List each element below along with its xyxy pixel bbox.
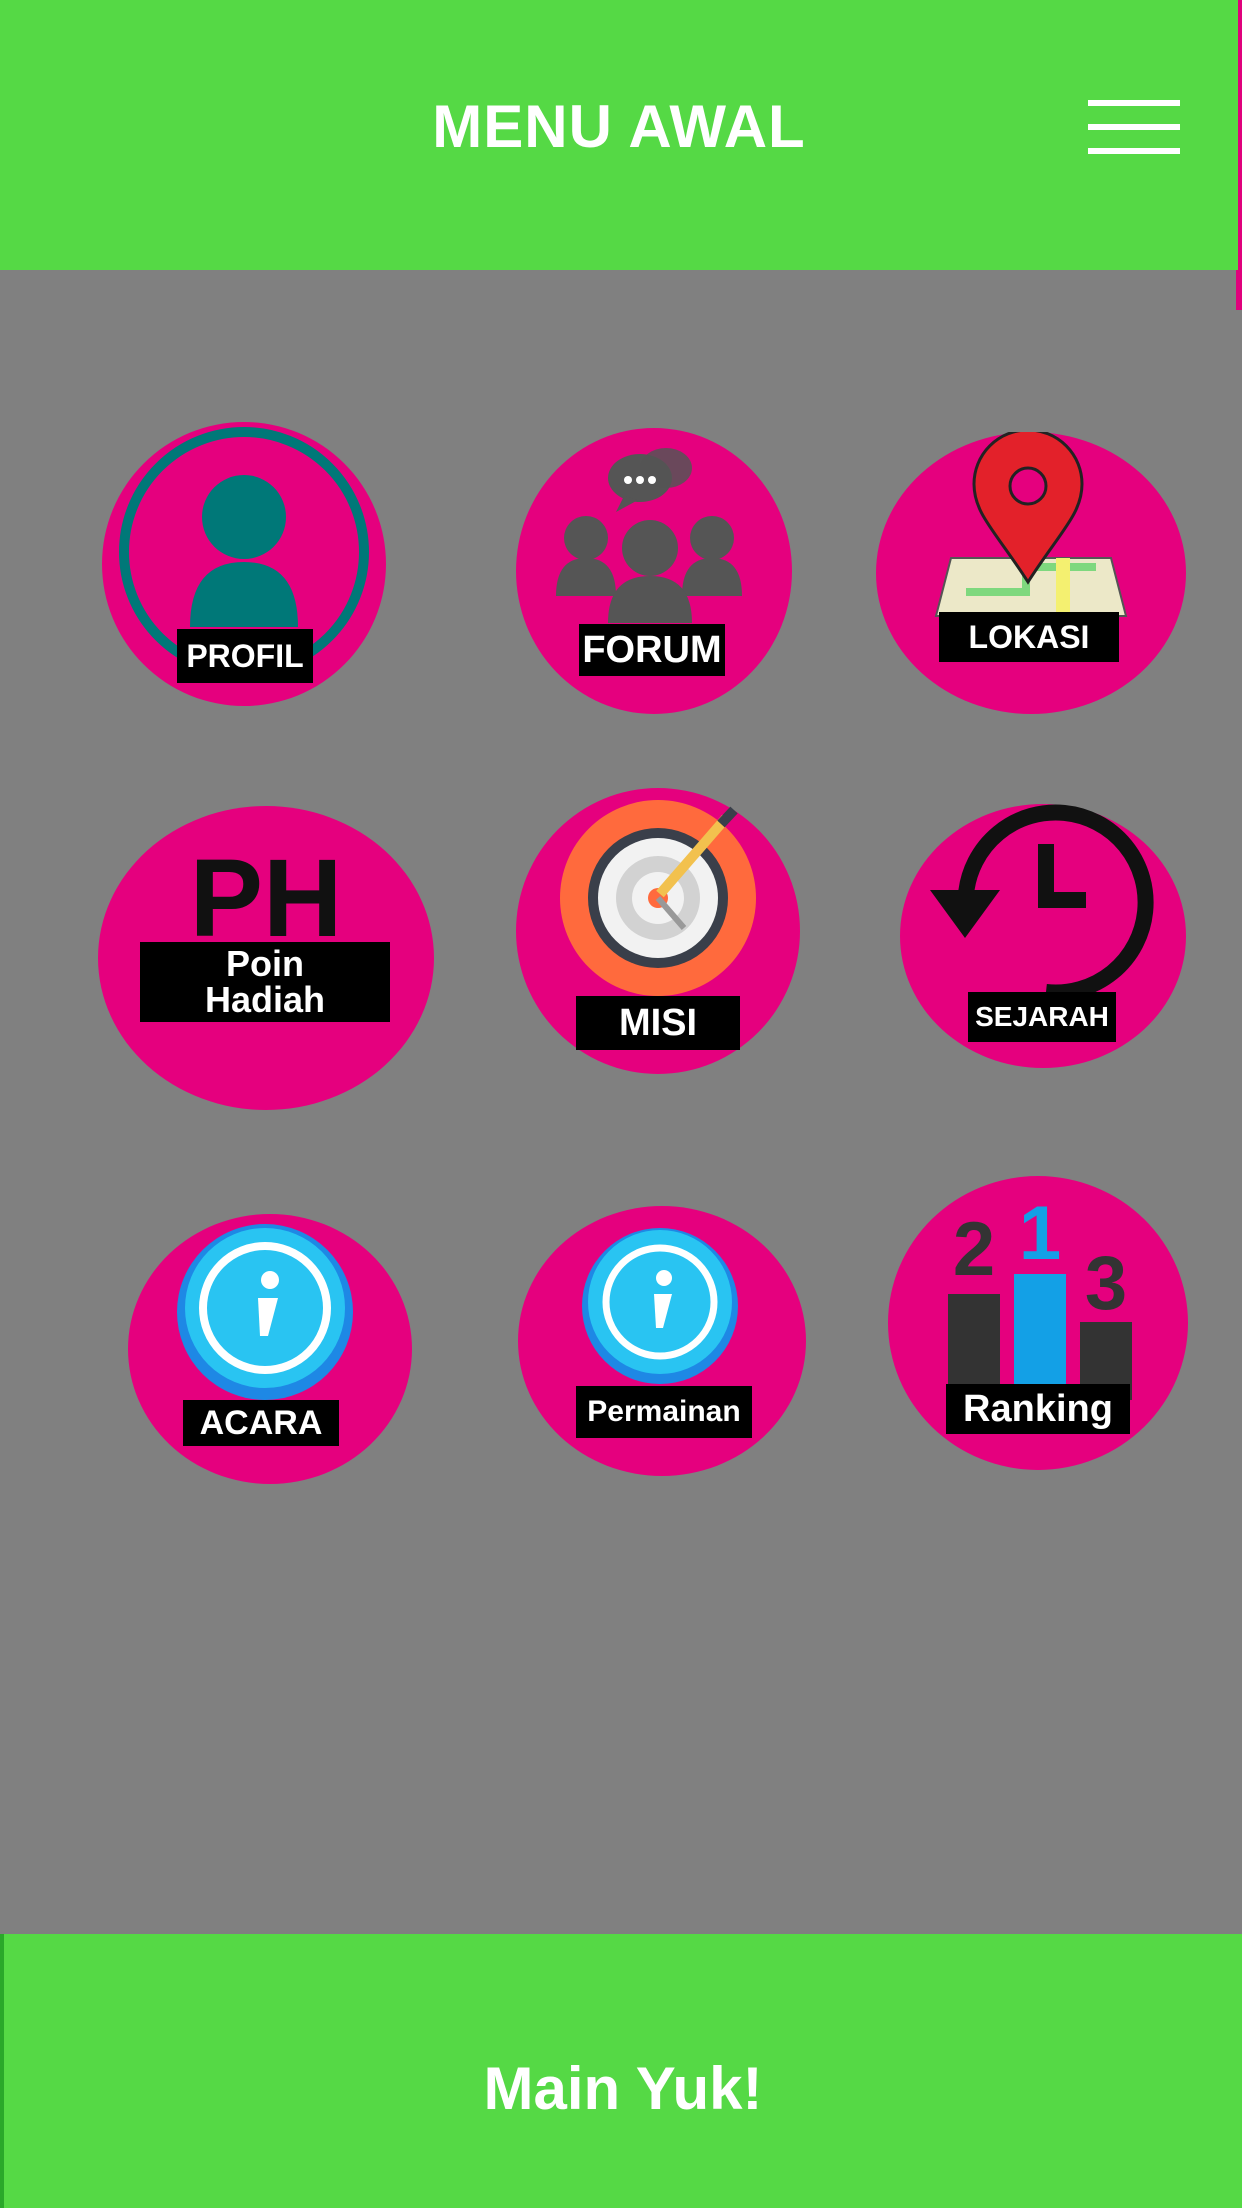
lokasi-button[interactable]: LOKASI [876,432,1186,714]
hamburger-menu-icon[interactable] [1088,100,1180,156]
rank-first-number: 1 [1018,1191,1062,1276]
permainan-button[interactable]: Permainan [518,1206,806,1476]
ranking-label: Ranking [946,1384,1130,1434]
main-yuk-button[interactable]: Main Yuk! [0,1934,1242,2208]
acara-button[interactable]: ACARA [128,1214,412,1484]
forum-button[interactable]: FORUM [516,428,792,714]
profil-label: PROFIL [177,629,313,683]
main-yuk-label: Main Yuk! [483,2055,763,2122]
poin-hadiah-button[interactable]: PH Poin Hadiah [98,806,434,1110]
permainan-label: Permainan [576,1386,752,1438]
acara-label: ACARA [183,1400,339,1446]
profil-button[interactable]: PROFIL [102,422,386,706]
ranking-button[interactable]: 2 1 3 Ranking [888,1176,1188,1470]
rank-second-number: 2 [952,1207,996,1292]
forum-label: FORUM [579,624,725,676]
poin-hadiah-label: Poin Hadiah [140,942,390,1022]
poin-text: Poin [226,943,304,984]
top-bar: MENU AWAL [0,0,1242,270]
edge-accent [1236,270,1242,310]
ph-letters: PH [189,837,343,960]
sejarah-button[interactable]: SEJARAH [900,804,1186,1068]
map-pin-icon [934,432,1128,617]
misi-label: MISI [576,996,740,1050]
lokasi-label: LOKASI [939,612,1119,662]
misi-button[interactable]: MISI [516,788,800,1074]
rank-third-number: 3 [1084,1241,1128,1326]
hadiah-text: Hadiah [204,979,326,1020]
sejarah-label: SEJARAH [968,992,1116,1042]
page-title: MENU AWAL [432,93,806,160]
